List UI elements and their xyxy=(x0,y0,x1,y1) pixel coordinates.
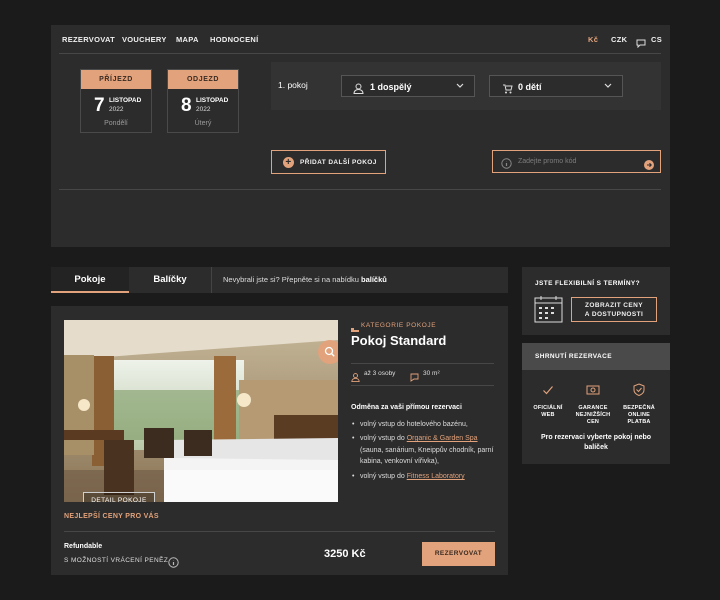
feature-official-web: OFICIÁLNÍ WEB xyxy=(533,405,563,418)
booking-panel: REZERVOVAT VOUCHERY MAPA HODNOCENÍ Kč CZ… xyxy=(51,25,670,247)
tab-note: Nevybrali jste si? Přepněte si na nabídk… xyxy=(223,275,387,284)
zoom-button[interactable] xyxy=(318,340,338,364)
children-select[interactable]: 0 dětí xyxy=(489,75,623,97)
tab-rooms[interactable]: Pokoje xyxy=(51,267,129,293)
book-button[interactable]: REZERVOVAT xyxy=(422,542,495,566)
rate-note: S MOŽNOSTÍ VRÁCENÍ PENĚZ xyxy=(64,557,169,564)
room-row: 1. pokoj 1 dospělý 0 dětí xyxy=(271,62,661,110)
room-detail-button[interactable]: DETAIL POKOJE xyxy=(83,492,155,502)
arrival-day: 7 xyxy=(94,95,105,116)
feature-price-guarantee: GARANCE NEJNIŽŠÍCH CEN xyxy=(575,405,611,425)
add-room-button[interactable]: + PŘIDAT DALŠÍ POKOJ xyxy=(271,150,386,174)
info-icon[interactable] xyxy=(168,555,179,573)
departure-weekday: Úterý xyxy=(194,120,212,127)
departure-year: 2022 xyxy=(196,106,211,113)
children-value: 0 dětí xyxy=(518,82,542,92)
spa-link[interactable]: Organic & Garden Spa xyxy=(407,435,478,442)
benefits-title: Odměna za vaši přímou rezervaci xyxy=(351,404,462,411)
currency-symbol[interactable]: Kč xyxy=(588,35,598,44)
benefit-text: volný vstup do hotelového bazénu, xyxy=(360,421,468,428)
adults-value: 1 dospělý xyxy=(370,82,412,92)
room-photo-image xyxy=(64,320,338,502)
departure-date-card[interactable]: ODJEZD 8 LISTOPAD 2022 Úterý xyxy=(167,69,239,133)
room-category: KATEGORIE POKOJE xyxy=(361,322,437,329)
person-icon xyxy=(353,81,364,99)
arrival-header: PŘÍJEZD xyxy=(81,70,151,89)
tab-packages[interactable]: Balíčky xyxy=(129,267,211,293)
arrival-weekday: Pondělí xyxy=(104,120,128,127)
rate-name: Refundable xyxy=(64,543,103,550)
plus-icon: + xyxy=(283,157,294,168)
flexible-title: JSTE FLEXIBILNÍ S TERMÍNY? xyxy=(535,280,641,287)
benefit-text: volný vstup do Organic & Garden Spa (sau… xyxy=(360,435,494,465)
tab-note-link[interactable]: balíčků xyxy=(361,275,387,284)
arrival-date-card[interactable]: PŘÍJEZD 7 LISTOPAD 2022 Pondělí xyxy=(80,69,152,133)
promo-code-input[interactable]: Zadejte promo kód xyxy=(492,150,661,173)
departure-header: ODJEZD xyxy=(168,70,238,89)
departure-month: LISTOPAD xyxy=(196,97,229,104)
summary-title: SHRNUTÍ REZERVACE xyxy=(522,343,670,370)
offer-tabs: Pokoje Balíčky Nevybrali jste si? Přepně… xyxy=(51,267,508,293)
stroller-icon xyxy=(501,81,513,99)
benefit-item: • volný vstup do Organic & Garden Spa (sa… xyxy=(351,433,501,468)
chat-icon[interactable] xyxy=(636,35,646,53)
room-photo[interactable]: DETAIL POKOJE xyxy=(64,320,338,502)
add-room-label: PŘIDAT DALŠÍ POKOJ xyxy=(300,159,377,166)
benefit-item: • volný vstup do hotelového bazénu, xyxy=(351,419,501,431)
nav-hodnoceni[interactable]: HODNOCENÍ xyxy=(210,35,259,44)
room-card: DETAIL POKOJE KATEGORIE POKOJE Pokoj Sta… xyxy=(51,306,508,575)
tab-note-text: Nevybrali jste si? Přepněte si na nabídk… xyxy=(223,275,361,284)
tab-divider xyxy=(211,267,212,293)
calendar-icon xyxy=(534,295,563,328)
summary-note: Pro rezervaci vyberte pokoj nebo balíček xyxy=(540,434,652,451)
departure-day: 8 xyxy=(181,95,192,116)
room-capacity: až 3 osoby xyxy=(364,370,396,377)
arrival-month: LISTOPAD xyxy=(109,97,142,104)
adults-select[interactable]: 1 dospělý xyxy=(341,75,475,97)
check-icon xyxy=(526,383,570,401)
fitness-link[interactable]: Fitness Laboratory xyxy=(407,473,465,480)
panel-divider xyxy=(59,189,661,190)
chevron-down-icon xyxy=(456,80,464,94)
feature-secure-payment: BEZPEČNÁ ONLINE PLATBA xyxy=(623,405,655,425)
benefit-item: • volný vstup do Fitness Laboratory xyxy=(351,471,501,483)
show-prices-label: ZOBRAZIT CENY A DOSTUPNOSTI xyxy=(584,302,644,318)
room-area: 30 m² xyxy=(423,370,440,377)
arrival-year: 2022 xyxy=(109,106,124,113)
promo-placeholder: Zadejte promo kód xyxy=(518,158,577,165)
benefit-text: volný vstup do Fitness Laboratory xyxy=(360,473,465,480)
nav-rezervovat[interactable]: REZERVOVAT xyxy=(62,35,115,44)
nav-vouchery[interactable]: VOUCHERY xyxy=(122,35,167,44)
best-price-label: NEJLEPŠÍ CENY PRO VÁS xyxy=(64,513,159,520)
currency-code[interactable]: CZK xyxy=(611,35,627,44)
flexible-dates-panel: JSTE FLEXIBILNÍ S TERMÍNY? ZOBRAZIT CENY… xyxy=(522,267,670,335)
room-title: Pokoj Standard xyxy=(351,333,447,348)
room-price: 3250 Kč xyxy=(324,548,366,560)
chevron-down-icon xyxy=(604,80,612,94)
nav-mapa[interactable]: MAPA xyxy=(176,35,199,44)
room-divider-2 xyxy=(351,385,494,386)
money-icon xyxy=(571,383,615,401)
arrow-right-icon[interactable] xyxy=(644,157,654,175)
show-prices-button[interactable]: ZOBRAZIT CENY A DOSTUPNOSTI xyxy=(571,297,657,322)
magnifier-icon xyxy=(324,346,335,357)
language-switch[interactable]: CS xyxy=(651,35,662,44)
room-divider xyxy=(351,363,494,364)
booking-summary: SHRNUTÍ REZERVACE OFICIÁLNÍ WEB GARANCE … xyxy=(522,343,670,464)
shield-icon xyxy=(617,383,661,401)
rate-divider xyxy=(64,531,495,532)
room-label: 1. pokoj xyxy=(278,80,308,90)
info-icon xyxy=(501,156,512,174)
nav-divider xyxy=(59,53,661,54)
